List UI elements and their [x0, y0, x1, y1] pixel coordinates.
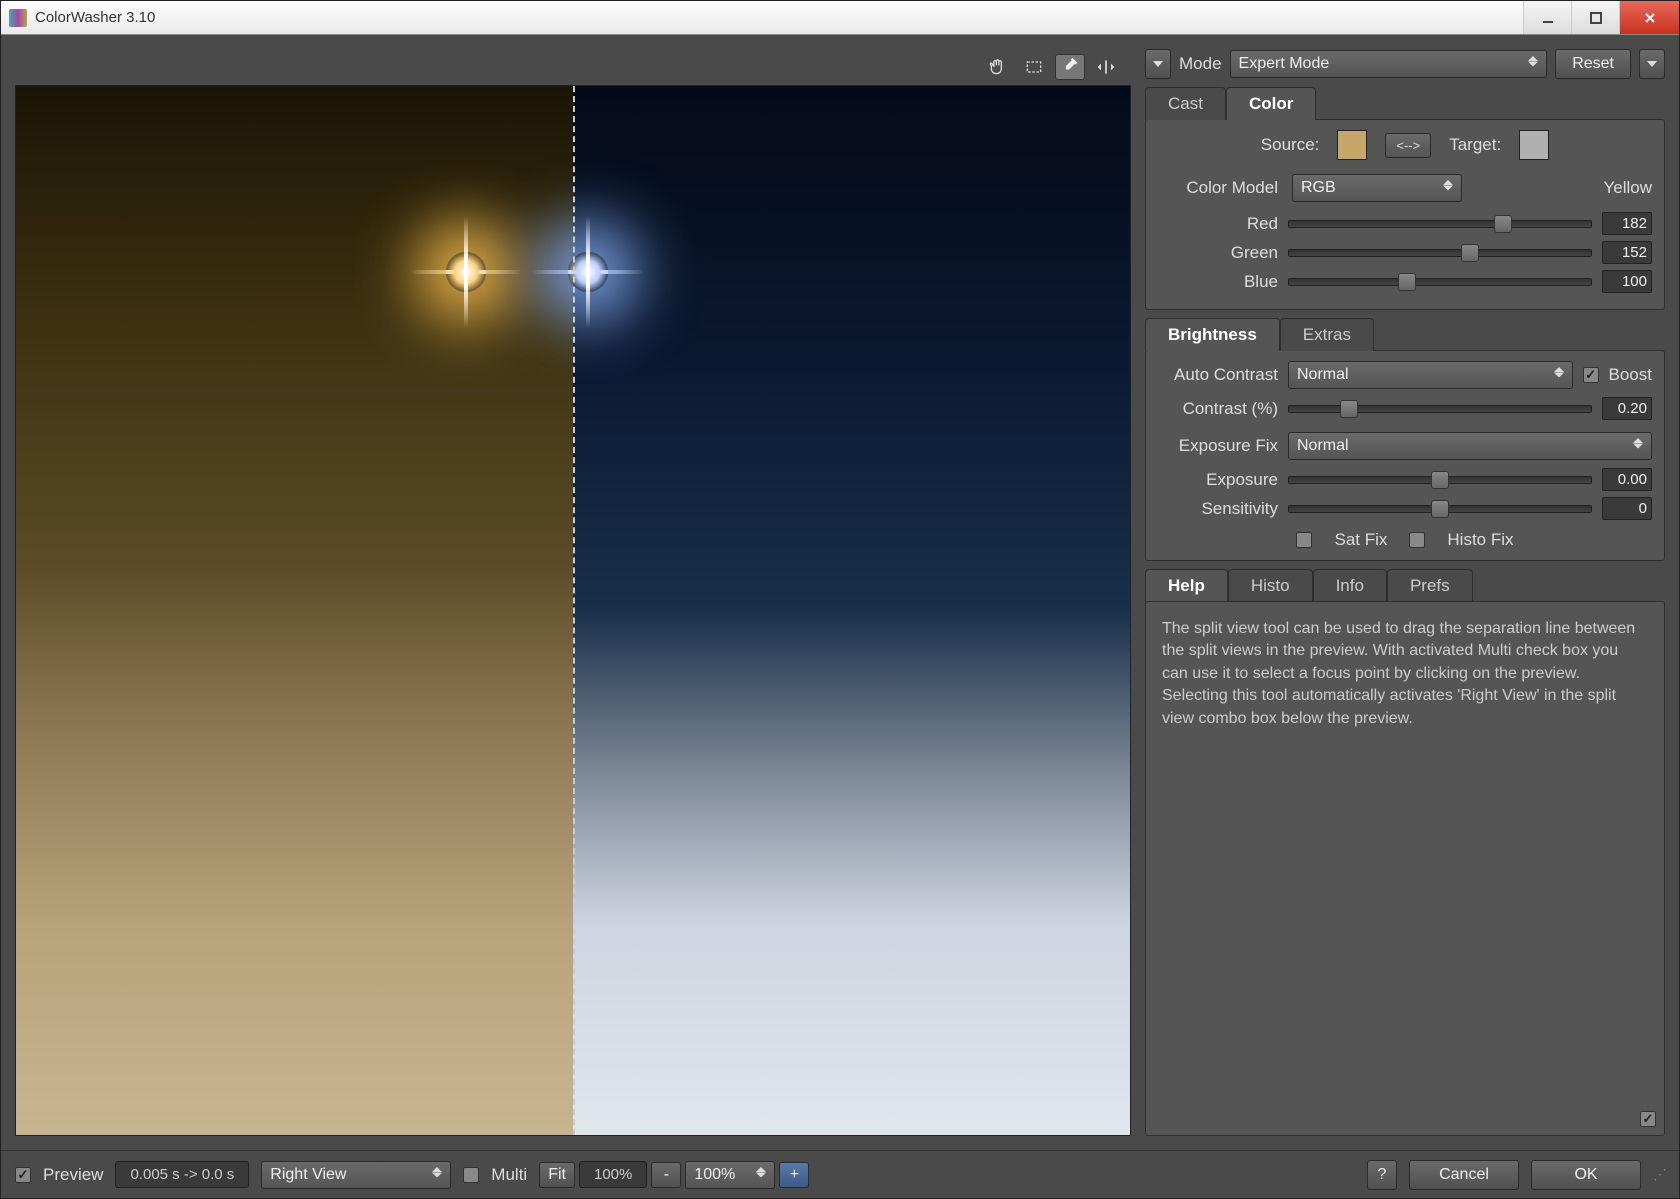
tab-prefs[interactable]: Prefs	[1387, 569, 1473, 602]
maximize-button[interactable]	[1571, 1, 1619, 34]
window-title: ColorWasher 3.10	[35, 9, 1523, 26]
slider-label: Red	[1158, 214, 1278, 234]
sensitivity-label: Sensitivity	[1158, 499, 1278, 519]
ok-button[interactable]: OK	[1531, 1160, 1641, 1190]
zoom-minus-button[interactable]: -	[651, 1162, 681, 1188]
satfix-label: Sat Fix	[1334, 530, 1387, 550]
tab-help[interactable]: Help	[1145, 569, 1228, 602]
red-slider[interactable]	[1288, 220, 1592, 228]
left-pane	[15, 49, 1131, 1136]
fit-button[interactable]: Fit	[539, 1162, 575, 1188]
green-slider[interactable]	[1288, 249, 1592, 257]
target-label: Target:	[1449, 135, 1501, 155]
help-tabs: Help Histo Info Prefs The split view too…	[1145, 569, 1665, 1136]
reset-button[interactable]: Reset	[1555, 49, 1631, 79]
exposure-fix-dropdown[interactable]: Normal	[1288, 432, 1652, 460]
slider-label: Blue	[1158, 272, 1278, 292]
help-text: The split view tool can be used to drag …	[1158, 612, 1652, 736]
help-panel: The split view tool can be used to drag …	[1145, 601, 1665, 1136]
tab-brightness[interactable]: Brightness	[1145, 318, 1280, 351]
right-pane: Mode Expert Mode Reset Cast Color Source…	[1145, 49, 1665, 1136]
tab-histo[interactable]: Histo	[1228, 569, 1313, 602]
marquee-tool-icon[interactable]	[1019, 54, 1049, 80]
hand-tool-icon[interactable]	[983, 54, 1013, 80]
mode-label: Mode	[1179, 54, 1222, 74]
sensitivity-slider[interactable]	[1288, 505, 1592, 513]
histofix-label: Histo Fix	[1447, 530, 1513, 550]
view-dropdown[interactable]: Right View	[261, 1161, 451, 1189]
color-panel: Source: <--> Target: Color Model RGB Yel…	[1145, 119, 1665, 310]
mode-dropdown[interactable]: Expert Mode	[1230, 50, 1548, 78]
app-icon	[9, 9, 27, 27]
mode-row: Mode Expert Mode Reset	[1145, 49, 1665, 79]
hue-name: Yellow	[1476, 178, 1652, 198]
color-model-dropdown[interactable]: RGB	[1292, 174, 1462, 202]
tab-extras[interactable]: Extras	[1280, 318, 1374, 351]
help-pin-checkbox[interactable]	[1640, 1111, 1656, 1127]
preview-image[interactable]	[15, 85, 1131, 1136]
minimize-button[interactable]	[1523, 1, 1571, 34]
window-buttons	[1523, 1, 1679, 34]
contrast-label: Contrast (%)	[1158, 399, 1278, 419]
red-value[interactable]: 182	[1602, 212, 1652, 235]
resize-grip-icon[interactable]: ⋰	[1653, 1166, 1665, 1183]
preview-toolbar	[15, 49, 1131, 85]
brightness-panel: Auto Contrast Normal Boost Contrast (%) …	[1145, 350, 1665, 561]
exposure-slider[interactable]	[1288, 476, 1592, 484]
blue-value[interactable]: 100	[1602, 270, 1652, 293]
sensitivity-value[interactable]: 0	[1602, 497, 1652, 520]
exposure-fix-label: Exposure Fix	[1158, 436, 1278, 456]
content-area: Mode Expert Mode Reset Cast Color Source…	[1, 35, 1679, 1150]
boost-checkbox[interactable]	[1583, 367, 1599, 383]
auto-contrast-label: Auto Contrast	[1158, 365, 1278, 385]
tab-info[interactable]: Info	[1313, 569, 1387, 602]
contrast-value[interactable]: 0.20	[1602, 397, 1652, 420]
source-swatch[interactable]	[1337, 130, 1367, 160]
exposure-label: Exposure	[1158, 470, 1278, 490]
tab-cast[interactable]: Cast	[1145, 87, 1226, 120]
split-divider[interactable]	[573, 86, 575, 1135]
source-label: Source:	[1261, 135, 1320, 155]
cancel-button[interactable]: Cancel	[1409, 1160, 1519, 1190]
split-tool-icon[interactable]	[1091, 54, 1121, 80]
eyedropper-tool-icon[interactable]	[1055, 54, 1085, 80]
exposure-value[interactable]: 0.00	[1602, 468, 1652, 491]
green-value[interactable]: 152	[1602, 241, 1652, 264]
reset-menu-button[interactable]	[1639, 49, 1665, 79]
contrast-slider[interactable]	[1288, 405, 1592, 413]
color-model-label: Color Model	[1158, 178, 1278, 198]
target-swatch[interactable]	[1519, 130, 1549, 160]
color-tabs: Cast Color Source: <--> Target: Color Mo…	[1145, 87, 1665, 310]
histofix-checkbox[interactable]	[1409, 532, 1425, 548]
tab-color[interactable]: Color	[1226, 87, 1316, 120]
blue-slider[interactable]	[1288, 278, 1592, 286]
help-button[interactable]: ?	[1367, 1160, 1397, 1190]
bottom-bar: Preview 0.005 s -> 0.0 s Right View Mult…	[1, 1150, 1679, 1198]
timing-readout: 0.005 s -> 0.0 s	[115, 1161, 249, 1188]
boost-label: Boost	[1609, 365, 1652, 385]
multi-checkbox[interactable]	[463, 1167, 479, 1183]
preview-label: Preview	[43, 1165, 103, 1185]
slider-label: Green	[1158, 243, 1278, 263]
satfix-checkbox[interactable]	[1296, 532, 1312, 548]
preview-checkbox[interactable]	[15, 1167, 31, 1183]
mode-menu-button[interactable]	[1145, 49, 1171, 79]
app-window: ColorWasher 3.10	[0, 0, 1680, 1199]
close-button[interactable]	[1619, 1, 1679, 34]
zoom-left: 100%	[579, 1161, 647, 1188]
zoom-right-dropdown[interactable]: 100%	[685, 1161, 775, 1189]
swap-button[interactable]: <-->	[1385, 133, 1431, 158]
titlebar: ColorWasher 3.10	[1, 1, 1679, 35]
zoom-plus-button[interactable]: +	[779, 1162, 809, 1188]
multi-label: Multi	[491, 1165, 527, 1185]
brightness-tabs: Brightness Extras Auto Contrast Normal B…	[1145, 318, 1665, 561]
auto-contrast-dropdown[interactable]: Normal	[1288, 361, 1573, 389]
